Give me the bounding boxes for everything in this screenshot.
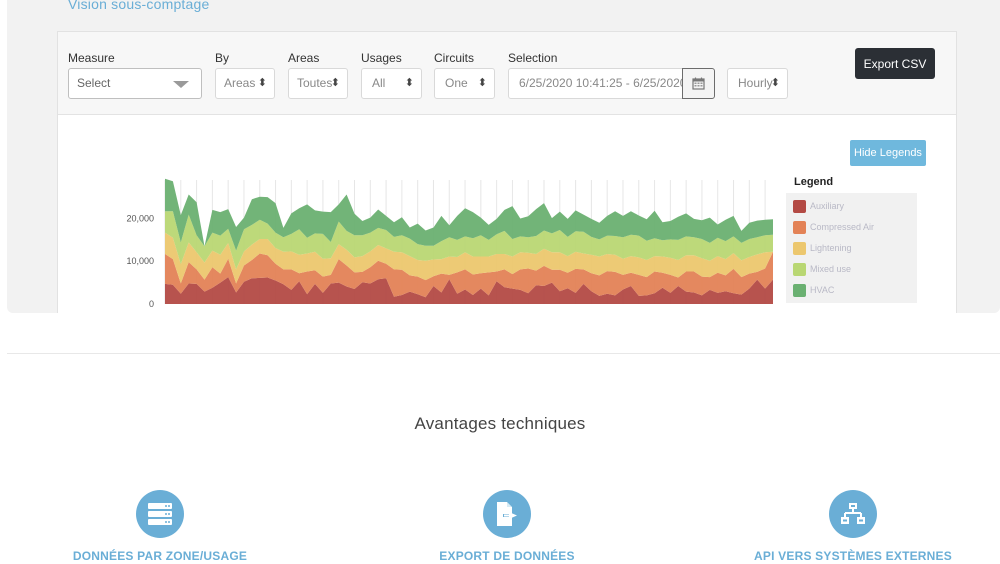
feature-zone-usage: DONNÉES PAR ZONE/USAGE	[10, 490, 310, 563]
stacked-area-chart: 0 10,000 20,000	[126, 178, 773, 309]
file-export-icon	[497, 502, 517, 526]
feature-icon-circle	[483, 490, 531, 538]
section-title: Avantages techniques	[414, 414, 586, 433]
feature-label: DONNÉES PAR ZONE/USAGE	[72, 549, 248, 563]
chart-legend: Auxiliary Compressed Air Lightening Mixed u…	[786, 193, 917, 303]
feature-label: EXPORT DE DONNÉES	[439, 549, 575, 563]
hide-legends-button[interactable]: Hide Legends	[850, 140, 926, 166]
legend-swatch	[793, 220, 806, 234]
y-tick-label: 20,000	[126, 213, 154, 223]
y-tick-label: 0	[149, 299, 154, 309]
feature-icon-circle	[829, 490, 877, 538]
export-csv-button[interactable]: Export CSV	[855, 48, 935, 79]
legend-title: Legend	[794, 176, 834, 188]
legend-swatch	[793, 241, 806, 255]
legend-swatch	[793, 199, 806, 213]
feature-data-export: EXPORT DE DONNÉES	[357, 490, 657, 563]
legend-item[interactable]: Mixed use	[793, 262, 851, 276]
legend-item[interactable]: Compressed Air	[793, 220, 874, 234]
network-icon	[841, 503, 865, 524]
chart-panel: Measure Select By Areas ⬍ Areas Toutes ⬍…	[57, 31, 957, 313]
legend-label: Auxiliary	[810, 201, 845, 211]
feature-icon-circle	[136, 490, 184, 538]
legend-label: Lightening	[810, 243, 852, 253]
legend-label: Compressed Air	[810, 222, 875, 232]
legend-item[interactable]: Auxiliary	[793, 199, 844, 213]
page-title: Vision sous-comptage	[68, 0, 210, 12]
feature-api: API VERS SYSTÈMES EXTERNES	[703, 490, 1000, 563]
server-icon	[148, 503, 172, 525]
feature-label: API VERS SYSTÈMES EXTERNES	[754, 549, 952, 563]
legend-label: HVAC	[810, 285, 835, 295]
legend-label: Mixed use	[810, 264, 852, 274]
legend-swatch	[793, 283, 806, 297]
section-divider	[7, 353, 1000, 354]
legend-swatch	[793, 262, 806, 276]
legend-item[interactable]: Lightening	[793, 241, 852, 255]
y-tick-label: 10,000	[126, 256, 154, 266]
legend-item[interactable]: HVAC	[793, 283, 834, 297]
